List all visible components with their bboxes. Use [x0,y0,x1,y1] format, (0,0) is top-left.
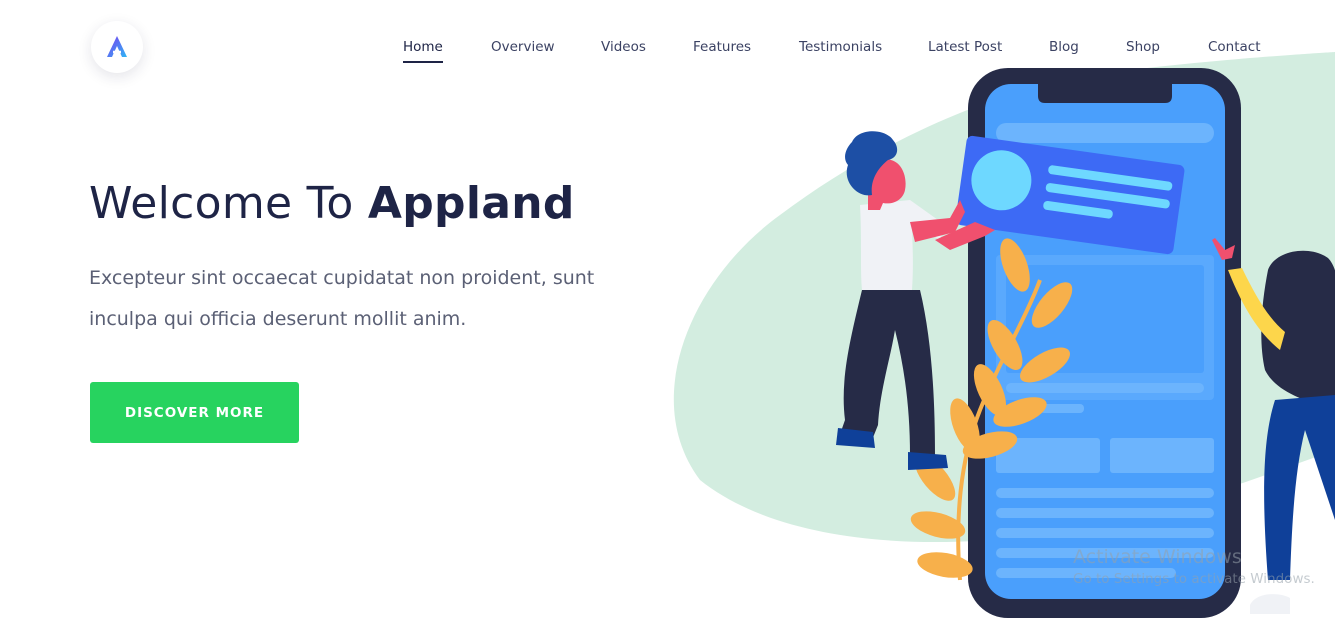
hero-title-regular: Welcome To [89,178,354,229]
discover-more-button[interactable]: DISCOVER MORE [90,382,299,443]
nav-overview[interactable]: Overview [491,38,555,56]
nav-videos[interactable]: Videos [601,38,646,56]
hero-title-brand: Appland [367,178,575,229]
brand-logo[interactable] [91,21,143,73]
phone-with-people-illustration [673,52,1335,618]
phone-notch [1038,84,1172,103]
hero-title: Welcome To Appland [89,178,575,229]
hero-description: Excepteur sint occaecat cupidatat non pr… [89,267,595,330]
nav-home[interactable]: Home [403,38,443,63]
appland-logo-icon [107,36,127,57]
